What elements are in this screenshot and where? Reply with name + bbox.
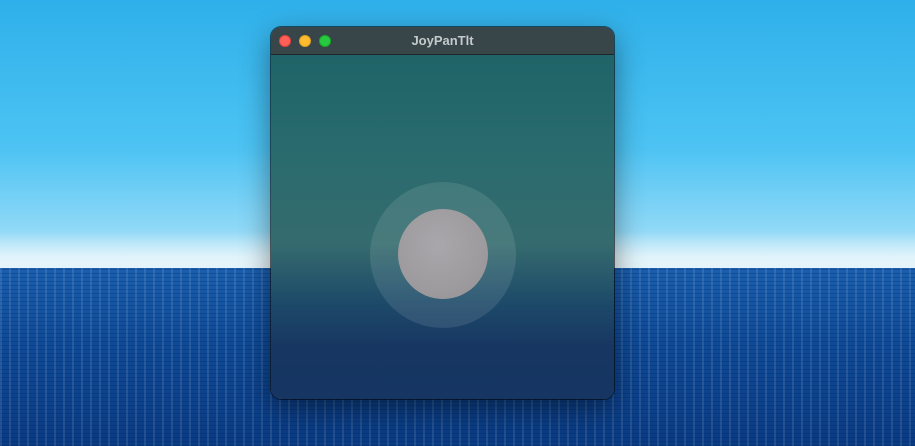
joystick-area <box>271 55 614 399</box>
joystick-knob[interactable] <box>398 209 488 299</box>
window-title: JoyPanTlt <box>411 33 474 48</box>
window-titlebar[interactable]: JoyPanTlt <box>271 27 614 55</box>
app-window: JoyPanTlt <box>271 27 614 399</box>
desktop: JoyPanTlt <box>0 0 915 446</box>
